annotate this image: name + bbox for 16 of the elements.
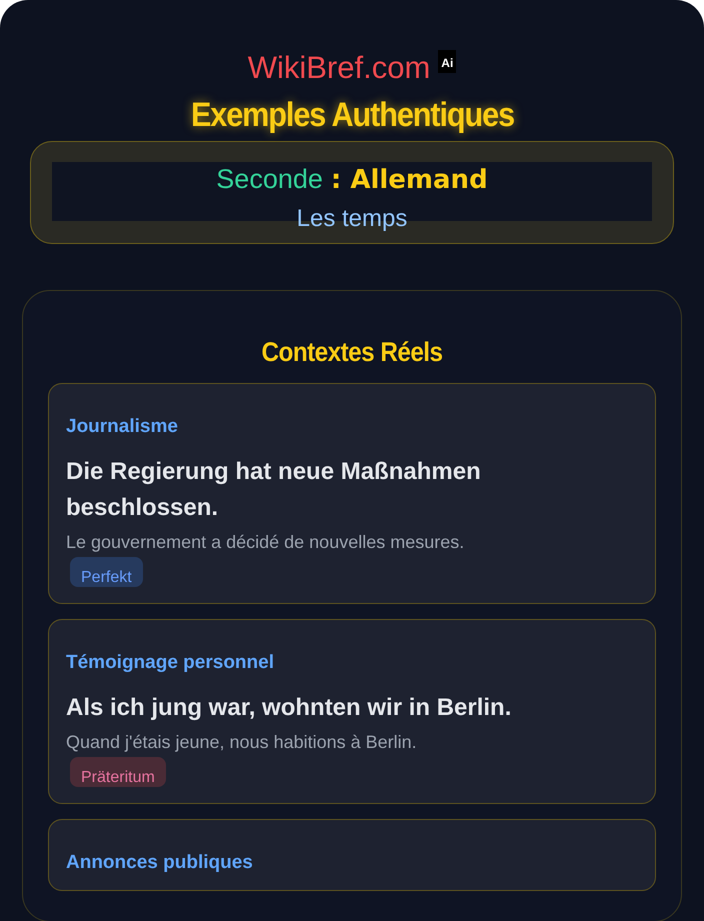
ai-badge: Ai xyxy=(438,50,456,73)
level-label: Seconde xyxy=(216,164,323,195)
context-label: Annonces publiques xyxy=(66,852,254,874)
translation-text: Quand j'étais jeune, nous habitions à Berlin. xyxy=(66,732,418,753)
context-label: Témoignage personnel xyxy=(66,652,275,674)
example-sentence: Die Regierung hat neue Maßnahmen beschlossen. xyxy=(66,457,482,523)
tense-tag: Präteritum xyxy=(70,757,166,787)
page-title: Exemples Authentiques xyxy=(190,96,514,135)
translation-text: Le gouvernement a décidé de nouvelles mesures. xyxy=(66,532,466,553)
site-name: WikiBref.com xyxy=(248,50,430,86)
language-label: : Allemand xyxy=(330,165,488,195)
example-sentence: Als ich jung war, wohnten wir in Berlin. xyxy=(66,693,512,723)
section-heading: Contextes Réels xyxy=(260,337,444,368)
topic-label: Les temps xyxy=(296,205,408,234)
context-label: Journalisme xyxy=(66,416,179,438)
tense-tag: Perfekt xyxy=(70,557,143,587)
